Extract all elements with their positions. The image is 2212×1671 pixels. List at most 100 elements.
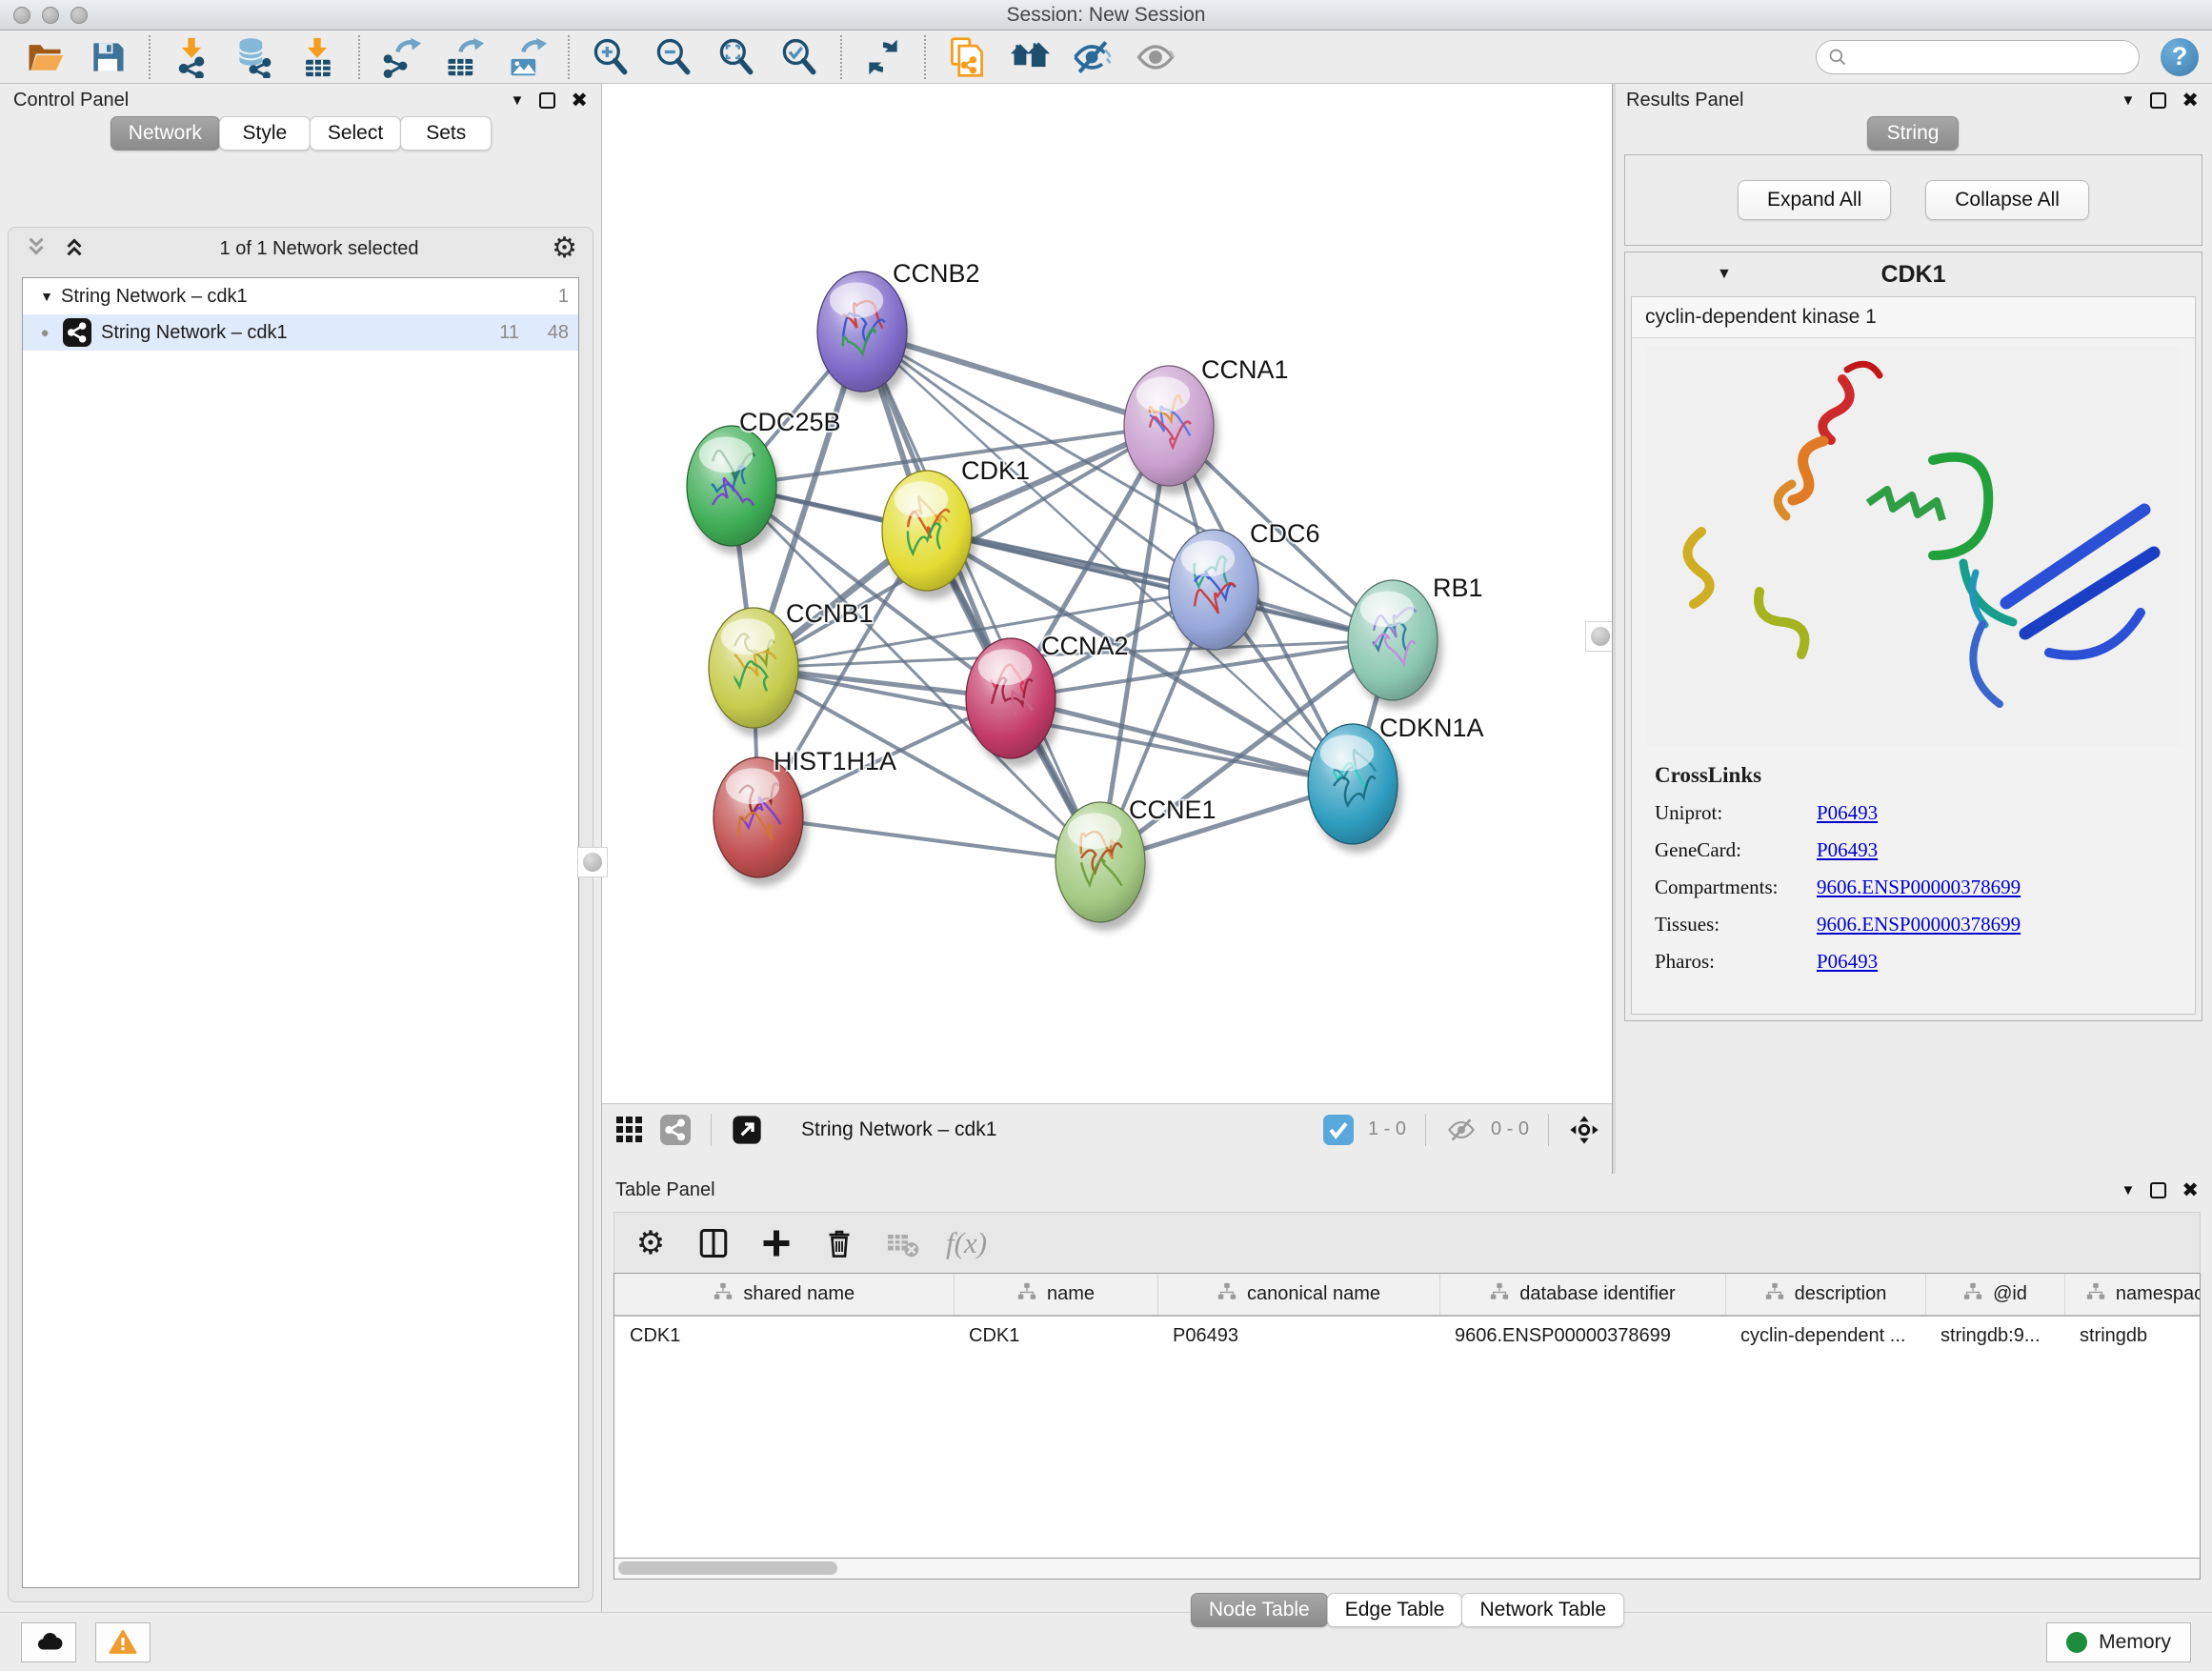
function-builder-icon[interactable]: f(x) — [946, 1226, 987, 1260]
node-HIST1H1A[interactable] — [714, 757, 808, 886]
crosslink-link[interactable]: P06493 — [1817, 950, 1878, 974]
pan-move-icon[interactable] — [1568, 1114, 1600, 1146]
cloud-status-button[interactable] — [21, 1622, 76, 1662]
import-database-icon[interactable] — [223, 35, 286, 79]
tab-network-table[interactable]: Network Table — [1461, 1593, 1624, 1627]
close-window-button[interactable] — [13, 7, 30, 24]
birdseye-view-icon[interactable] — [731, 1114, 763, 1146]
create-column-plus-icon[interactable] — [757, 1224, 795, 1262]
control-panel-float-icon[interactable] — [539, 92, 555, 109]
memory-label: Memory — [2099, 1631, 2171, 1654]
network-options-gear-icon[interactable]: ⚙ — [552, 234, 577, 263]
hide-selected-icon[interactable] — [1061, 35, 1124, 79]
import-table-icon[interactable] — [286, 35, 349, 79]
tab-string[interactable]: String — [1867, 116, 1959, 151]
network-label: String Network – cdk1 — [101, 322, 470, 344]
node-RB1[interactable] — [1348, 580, 1442, 709]
column-header-name[interactable]: name — [954, 1274, 1157, 1316]
crosslink-link[interactable]: P06493 — [1817, 838, 1878, 862]
node-label-CCNB2: CCNB2 — [893, 259, 980, 288]
gene-collapse-icon[interactable]: ▼ — [1717, 266, 1732, 283]
expand-all-networks-icon[interactable] — [24, 234, 49, 264]
collapse-all-button[interactable]: Collapse All — [1925, 180, 2089, 220]
help-button[interactable]: ? — [2161, 38, 2199, 76]
select-columns-icon[interactable] — [694, 1224, 733, 1262]
expand-all-button[interactable]: Expand All — [1738, 180, 1891, 220]
hidden-eye-slash-icon[interactable] — [1445, 1114, 1478, 1146]
delete-column-trash-icon[interactable] — [820, 1224, 858, 1262]
control-panel-close-icon[interactable]: ✖ — [571, 89, 588, 112]
zoom-out-icon[interactable] — [642, 35, 705, 79]
view-grid-icon[interactable] — [613, 1114, 646, 1146]
control-panel-tabs: NetworkStyleSelectSets — [0, 116, 601, 151]
refresh-icon[interactable] — [852, 35, 915, 79]
gene-section: ▼ CDK1 cyclin-dependent kinase 1 — [1624, 252, 2202, 1021]
table-panel-float-icon[interactable] — [2150, 1182, 2166, 1198]
zoom-fit-icon[interactable] — [705, 35, 768, 79]
duplicate-network-icon[interactable] — [935, 35, 998, 79]
crosslink-row: GeneCard:P06493 — [1655, 838, 2189, 862]
table-panel-close-icon[interactable]: ✖ — [2182, 1178, 2199, 1202]
column-header-database-identifier[interactable]: database identifier — [1439, 1274, 1725, 1316]
node-CDC6[interactable] — [1169, 530, 1263, 658]
tab-edge-table[interactable]: Edge Table — [1327, 1593, 1463, 1627]
open-session-icon[interactable] — [13, 35, 76, 79]
tab-node-table[interactable]: Node Table — [1191, 1593, 1328, 1627]
network-collection-row[interactable]: ▼ String Network – cdk1 1 — [23, 278, 578, 314]
table-panel-menu-icon[interactable]: ▼ — [2122, 1182, 2136, 1198]
results-panel-float-icon[interactable] — [2150, 92, 2166, 109]
results-panel-menu-icon[interactable]: ▼ — [2122, 92, 2136, 109]
tab-select[interactable]: Select — [310, 116, 401, 151]
tab-network[interactable]: Network — [111, 116, 220, 151]
warning-status-button[interactable] — [95, 1622, 151, 1662]
view-share-icon[interactable] — [659, 1114, 692, 1146]
table-options-gear-icon[interactable]: ⚙ — [632, 1224, 670, 1262]
results-panel-close-icon[interactable]: ✖ — [2182, 89, 2199, 112]
zoom-selected-icon[interactable] — [768, 35, 831, 79]
column-header-namespac[interactable]: namespac — [2064, 1274, 2201, 1316]
tab-style[interactable]: Style — [219, 116, 311, 151]
save-session-icon[interactable] — [76, 35, 139, 79]
column-header-shared-name[interactable]: shared name — [614, 1274, 954, 1316]
toolbar-separator — [840, 35, 842, 79]
string-home-icon[interactable] — [998, 35, 1061, 79]
delete-table-icon[interactable] — [883, 1224, 921, 1262]
export-network-icon[interactable] — [370, 35, 432, 79]
column-header-description[interactable]: description — [1725, 1274, 1925, 1316]
network-row[interactable]: ● String Network – cdk1 11 48 — [23, 314, 578, 351]
collection-collapse-icon[interactable]: ▼ — [32, 289, 61, 304]
import-network-icon[interactable] — [160, 35, 223, 79]
search-box[interactable] — [1816, 40, 2140, 74]
memory-button[interactable]: Memory — [2046, 1622, 2191, 1662]
edge-HIST1H1A-CCNE1[interactable] — [758, 817, 1100, 862]
crosslink-link[interactable]: P06493 — [1817, 801, 1878, 825]
node-table: shared namenamecanonical namedatabase id… — [614, 1274, 2201, 1356]
table-hscrollbar-thumb[interactable] — [618, 1561, 837, 1575]
collapse-all-networks-icon[interactable] — [62, 234, 87, 264]
main-toolbar: ? — [0, 30, 2212, 84]
control-panel-menu-icon[interactable]: ▼ — [511, 92, 525, 109]
zoom-window-button[interactable] — [70, 7, 88, 24]
splitter-handle-left[interactable] — [577, 847, 608, 877]
export-table-icon[interactable] — [432, 35, 495, 79]
tab-sets[interactable]: Sets — [400, 116, 492, 151]
selected-checkbox-icon[interactable] — [1322, 1114, 1355, 1146]
column-header--id[interactable]: @id — [1925, 1274, 2064, 1316]
search-input[interactable] — [1855, 47, 2127, 68]
column-type-icon — [1217, 1281, 1237, 1308]
show-all-icon[interactable] — [1124, 35, 1187, 79]
zoom-in-icon[interactable] — [579, 35, 642, 79]
crosslink-link[interactable]: 9606.ENSP00000378699 — [1817, 913, 2021, 936]
column-type-icon — [1489, 1281, 1510, 1308]
edge-CDK1-RB1[interactable] — [927, 531, 1393, 640]
node-CCNB2[interactable] — [817, 272, 912, 400]
edge-CCNB2-CCNE1[interactable] — [862, 332, 1100, 862]
table-hscrollbar[interactable] — [613, 1559, 2201, 1580]
table-row[interactable]: CDK1CDK1P064939606.ENSP00000378699cyclin… — [614, 1316, 2201, 1356]
column-header-canonical-name[interactable]: canonical name — [1157, 1274, 1439, 1316]
node-CDKN1A[interactable] — [1308, 724, 1402, 853]
crosslink-link[interactable]: 9606.ENSP00000378699 — [1817, 876, 2021, 899]
export-image-icon[interactable] — [495, 35, 558, 79]
minimize-window-button[interactable] — [42, 7, 59, 24]
network-canvas[interactable]: CCNB2CCNA1CDC25BCDK1CDC6RB1CCNB1CCNA2CDK… — [602, 84, 1612, 1103]
